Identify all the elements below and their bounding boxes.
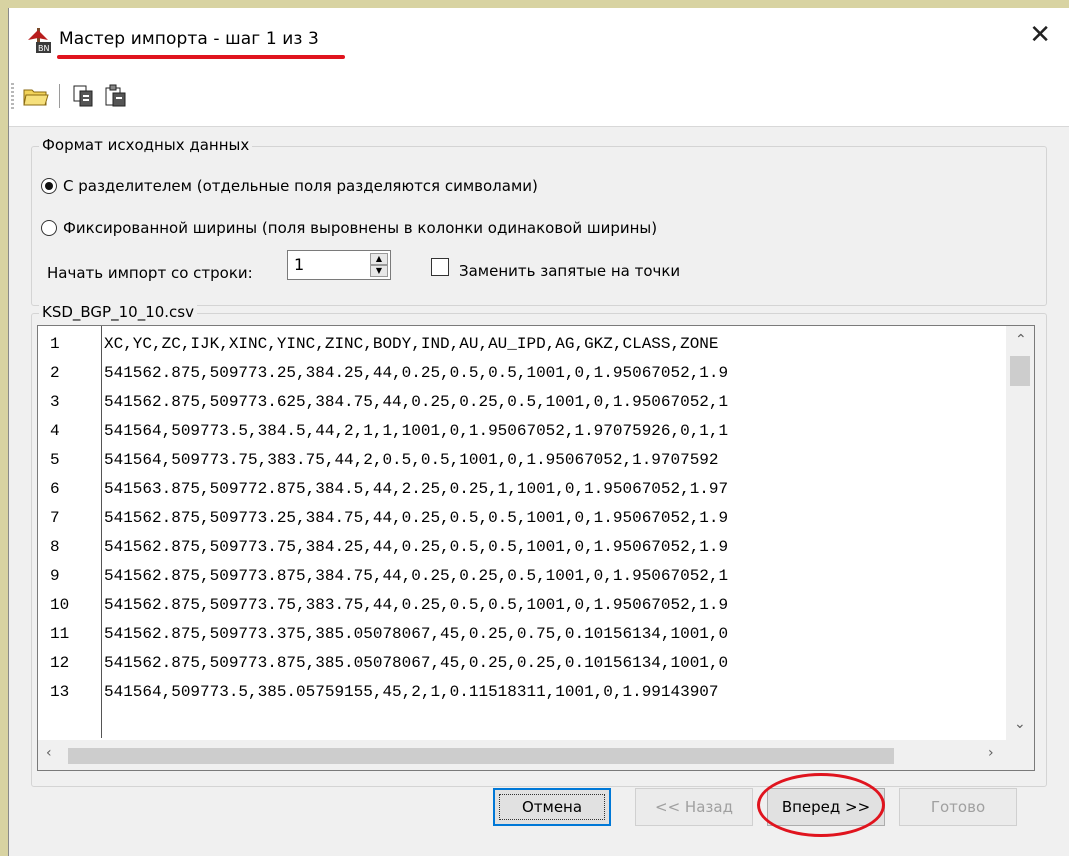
next-button-label: Вперед >> [781,798,871,816]
toolbar-grip [11,83,14,109]
next-button[interactable]: Вперед >> [767,788,885,826]
file-line: 5 541564,509773.75,383.75,44,2,0.5,0.5,10… [38,446,1008,475]
vertical-scroll-thumb[interactable] [1010,356,1030,386]
svg-text:BN: BN [38,44,49,53]
file-line: 9 541562.875,509773.875,384.75,44,0.25,0.… [38,562,1008,591]
finish-button[interactable]: Готово [899,788,1017,826]
scroll-down-icon[interactable]: ⌄ [1014,716,1026,732]
file-line: 11 541562.875,509773.375,385.05078067,45,… [38,620,1008,649]
line-text: 541563.875,509772.875,384.5,44,2.25,0.25… [104,480,729,498]
line-number: 9 [50,567,60,585]
line-number: 3 [50,393,60,411]
file-preview[interactable]: 1 XC,YC,ZC,IJK,XINC,YINC,ZINC,BODY,IND,AU… [37,325,1035,771]
replace-commas-checkbox[interactable] [431,258,449,276]
radio-fixed-width[interactable]: Фиксированной ширины (поля выровнены в к… [41,219,657,237]
line-text: 541562.875,509773.25,384.25,44,0.25,0.5,… [104,364,729,382]
line-text: 541564,509773.5,384.5,44,2,1,1,1001,0,1.… [104,422,729,440]
app-icon: BN [24,26,52,54]
paste-icon[interactable] [101,82,131,110]
file-line: 10 541562.875,509773.75,383.75,44,0.25,0.… [38,591,1008,620]
line-number: 7 [50,509,60,527]
line-number: 2 [50,364,60,382]
line-number: 1 [50,335,60,353]
line-text: 541564,509773.5,385.05759155,45,2,1,0.11… [104,683,719,701]
format-group-legend: Формат исходных данных [39,136,253,154]
line-number: 8 [50,538,60,556]
scroll-left-icon[interactable]: ‹ [46,745,52,761]
radio-delimited-label: С разделителем (отдельные поля разделяют… [63,177,538,195]
line-text: 541564,509773.75,383.75,44,2,0.5,0.5,100… [104,451,719,469]
title-bar: BN Мастер импорта - шаг 1 из 3 ✕ [9,8,1069,68]
file-line: 4 541564,509773.5,384.5,44,2,1,1,1001,0,1… [38,417,1008,446]
window-title: Мастер импорта - шаг 1 из 3 [59,29,319,49]
toolbar-separator [59,84,60,108]
cancel-button[interactable]: Отмена [493,788,611,826]
line-text: 541562.875,509773.375,385.05078067,45,0.… [104,625,729,643]
vertical-scrollbar[interactable]: ⌃ ⌄ [1006,326,1034,740]
radio-fixed-width-label: Фиксированной ширины (поля выровнены в к… [63,219,658,237]
line-number: 4 [50,422,60,440]
line-text: 541562.875,509773.25,384.75,44,0.25,0.5,… [104,509,729,527]
line-number: 13 [50,683,70,701]
line-text: 541562.875,509773.625,384.75,44,0.25,0.2… [104,393,729,411]
toolbar [9,68,1069,127]
file-line: 13 541564,509773.5,385.05759155,45,2,1,0.… [38,678,1008,707]
replace-commas-label: Заменить запятые на точки [459,262,681,280]
line-number: 6 [50,480,60,498]
line-text: 541562.875,509773.75,384.25,44,0.25,0.5,… [104,538,729,556]
line-text: XC,YC,ZC,IJK,XINC,YINC,ZINC,BODY,IND,AU,… [104,335,719,353]
file-line: 6 541563.875,509772.875,384.5,44,2.25,0.2… [38,475,1008,504]
file-group-legend: KSD_BGP_10_10.csv [39,303,197,321]
import-wizard-dialog: BN Мастер импорта - шаг 1 из 3 ✕ Формат … [8,8,1069,856]
scroll-up-icon[interactable]: ⌃ [1015,332,1027,348]
focus-rectangle [499,794,605,820]
file-line: 3 541562.875,509773.625,384.75,44,0.25,0.… [38,388,1008,417]
file-line: 7 541562.875,509773.25,384.75,44,0.25,0.5… [38,504,1008,533]
radio-delimited[interactable]: С разделителем (отдельные поля разделяют… [41,177,538,195]
start-row-label: Начать импорт со строки: [47,264,253,282]
file-lines: 1 XC,YC,ZC,IJK,XINC,YINC,ZINC,BODY,IND,AU… [38,330,1008,707]
file-line: 2 541562.875,509773.25,384.25,44,0.25,0.5… [38,359,1008,388]
file-line: 1 XC,YC,ZC,IJK,XINC,YINC,ZINC,BODY,IND,AU… [38,330,1008,359]
line-number: 12 [50,654,70,672]
finish-button-label: Готово [930,798,986,816]
back-button[interactable]: << Назад [635,788,753,826]
radio-fixed-width-indicator[interactable] [41,220,57,236]
title-red-underline [57,55,345,59]
line-number: 10 [50,596,70,614]
file-line: 8 541562.875,509773.75,384.25,44,0.25,0.5… [38,533,1008,562]
scroll-corner [1006,740,1034,770]
open-folder-icon[interactable] [21,82,51,110]
line-text: 541562.875,509773.875,384.75,44,0.25,0.2… [104,567,729,585]
radio-delimited-indicator[interactable] [41,178,57,194]
back-button-label: << Назад [655,798,733,816]
spin-up-icon[interactable]: ▲ [370,253,388,265]
copy-icon[interactable] [69,82,99,110]
line-text: 541562.875,509773.875,385.05078067,45,0.… [104,654,729,672]
horizontal-scrollbar[interactable]: ‹ › [38,740,1008,770]
file-line: 12 541562.875,509773.875,385.05078067,45,… [38,649,1008,678]
line-number: 5 [50,451,60,469]
scroll-right-icon[interactable]: › [988,745,994,761]
line-number: 11 [50,625,70,643]
start-row-spinner[interactable]: 1 ▲ ▼ [287,250,391,280]
spin-down-icon[interactable]: ▼ [370,265,388,277]
close-icon[interactable]: ✕ [1029,22,1051,48]
line-text: 541562.875,509773.75,383.75,44,0.25,0.5,… [104,596,729,614]
horizontal-scroll-thumb[interactable] [68,748,894,764]
start-row-value[interactable]: 1 [294,255,304,274]
